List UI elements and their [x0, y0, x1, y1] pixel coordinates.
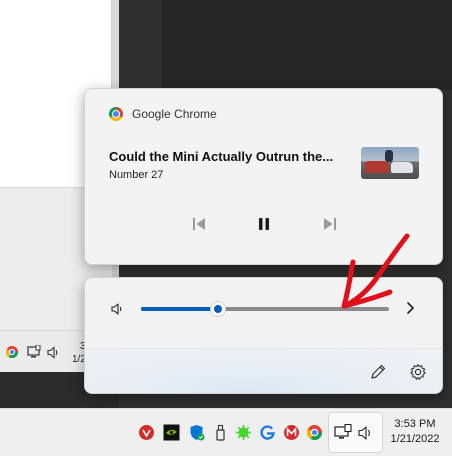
usb-drive-icon[interactable] — [212, 424, 229, 441]
edit-pencil-icon[interactable] — [368, 362, 388, 382]
chrome-icon[interactable] — [306, 424, 323, 441]
nvidia-icon[interactable] — [163, 424, 180, 441]
system-tray-network-volume-button[interactable] — [328, 412, 383, 453]
network-icon — [27, 345, 41, 358]
previous-track-icon — [193, 218, 205, 230]
windows-security-icon[interactable] — [188, 424, 205, 441]
next-track-icon — [324, 218, 336, 230]
taskbar: 3:53 PM 1/21/2022 — [0, 408, 452, 456]
mega-icon[interactable] — [283, 424, 300, 441]
volume-slider[interactable] — [141, 301, 389, 317]
logitech-icon[interactable] — [259, 424, 276, 441]
speaker-icon[interactable] — [111, 302, 125, 316]
media-app-name: Google Chrome — [132, 107, 217, 121]
quick-settings-flyout — [84, 277, 443, 394]
lastpass-icon[interactable] — [138, 424, 155, 441]
volume-icon — [358, 426, 370, 440]
chevron-right-icon[interactable] — [402, 299, 418, 317]
volume-slider-fill — [141, 307, 218, 311]
taskbar-clock[interactable]: 3:53 PM 1/21/2022 — [385, 417, 445, 447]
pause-button[interactable] — [252, 212, 276, 236]
razer-icon[interactable] — [235, 424, 252, 441]
media-thumbnail[interactable] — [361, 147, 419, 179]
clock-time: 3:53 PM — [394, 418, 436, 430]
clock-date: 1/21/2022 — [390, 433, 440, 445]
quick-settings-footer — [85, 348, 442, 393]
chrome-icon — [6, 346, 18, 358]
media-title: Could the Mini Actually Outrun the... — [109, 149, 334, 164]
pause-icon — [259, 218, 269, 230]
volume-slider-thumb[interactable] — [209, 301, 226, 317]
next-track-button[interactable] — [318, 212, 342, 236]
background-window-dark-top — [162, 0, 452, 90]
chrome-icon — [109, 107, 123, 121]
media-app-header: Google Chrome — [109, 107, 217, 121]
settings-gear-icon[interactable] — [408, 362, 428, 382]
previous-track-button[interactable] — [187, 212, 211, 236]
network-icon — [334, 424, 352, 439]
speaker-icon — [47, 346, 58, 359]
media-flyout: Google Chrome Could the Mini Actually Ou… — [84, 88, 443, 265]
media-controls — [85, 212, 442, 240]
media-subtitle: Number 27 — [109, 169, 164, 181]
